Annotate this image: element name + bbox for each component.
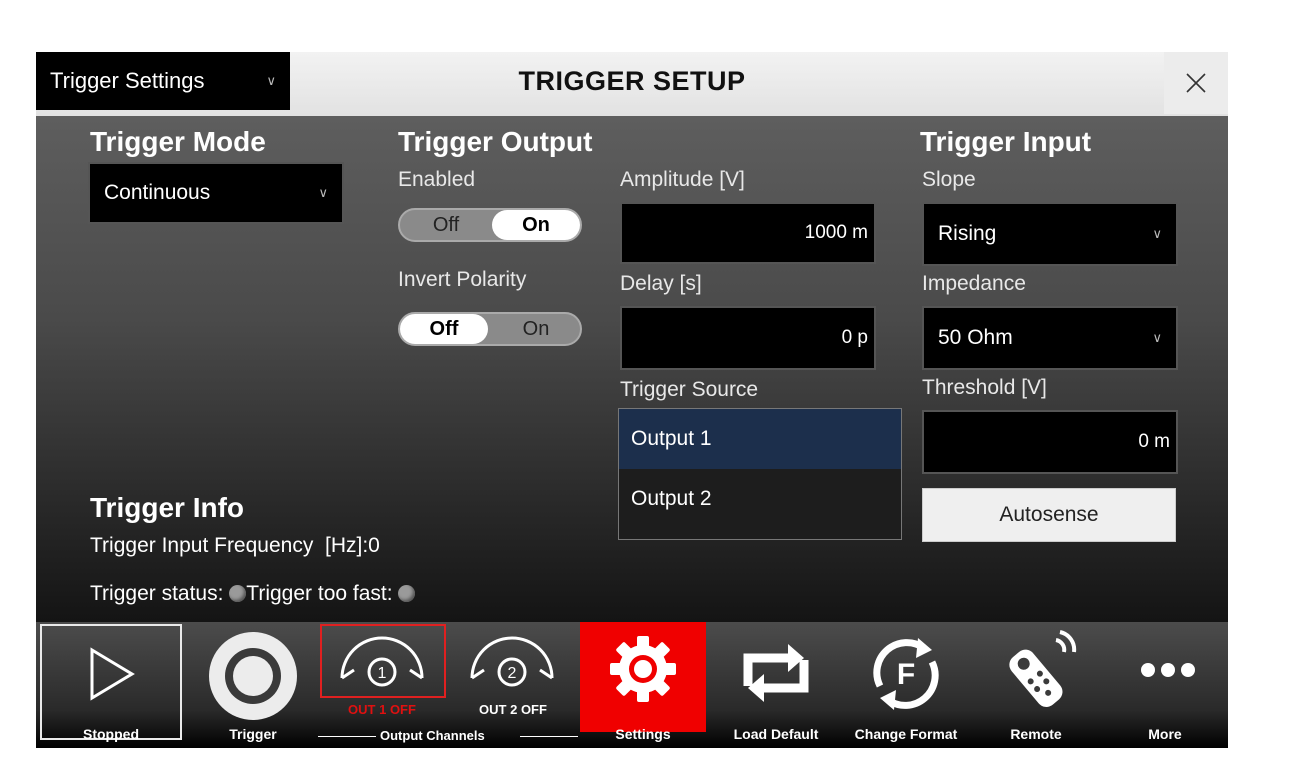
more-icon bbox=[1141, 663, 1195, 677]
trigger-status-label: Trigger status: bbox=[90, 582, 224, 605]
chevron-down-icon: ∨ bbox=[1152, 226, 1162, 241]
enabled-on-option[interactable]: On bbox=[492, 210, 580, 240]
load-default-label: Load Default bbox=[733, 726, 819, 742]
output-channels-divider-right bbox=[520, 736, 578, 737]
delay-label: Delay [s] bbox=[620, 272, 702, 295]
amplitude-input[interactable]: 1000 m bbox=[620, 202, 876, 264]
slope-select[interactable]: Rising ∨ bbox=[922, 202, 1178, 266]
trigger-output-heading: Trigger Output bbox=[398, 126, 593, 157]
svg-text:F: F bbox=[897, 658, 915, 691]
output-2-number: 2 bbox=[508, 665, 517, 682]
load-default-button[interactable]: Load Default bbox=[716, 622, 836, 748]
format-icon: F bbox=[873, 638, 939, 710]
enabled-toggle[interactable]: Off On bbox=[398, 208, 582, 242]
output-channel-2-icon: 2 bbox=[470, 636, 554, 687]
more-button[interactable]: More bbox=[1106, 622, 1224, 748]
trigger-source-list[interactable]: Output 1 Output 2 bbox=[618, 408, 902, 540]
enabled-label: Enabled bbox=[398, 168, 476, 191]
change-format-label: Change Format bbox=[854, 726, 958, 742]
out-1-status: OUT 1 OFF bbox=[348, 702, 416, 717]
settings-label: Settings bbox=[615, 726, 671, 742]
reload-icon bbox=[743, 644, 809, 702]
trigger-icon bbox=[209, 632, 297, 720]
trigger-label: Trigger bbox=[229, 726, 277, 742]
trigger-source-label: Trigger Source bbox=[620, 378, 759, 401]
more-label: More bbox=[1148, 726, 1182, 742]
title-bar: Trigger Settings ∨ TRIGGER SETUP bbox=[36, 52, 1228, 116]
impedance-select[interactable]: 50 Ohm ∨ bbox=[922, 306, 1178, 370]
out-2-status: OUT 2 OFF bbox=[479, 702, 547, 717]
invert-off-option[interactable]: Off bbox=[400, 314, 488, 344]
settings-panel: Trigger Mode Continuous ∨ Trigger Output… bbox=[36, 116, 1228, 622]
trigger-setup-window: Trigger Settings ∨ TRIGGER SETUP Trigger… bbox=[36, 52, 1228, 748]
output-channels-divider-left bbox=[318, 736, 376, 737]
gear-icon bbox=[610, 636, 676, 702]
chevron-down-icon: ∨ bbox=[318, 185, 328, 200]
impedance-label: Impedance bbox=[922, 272, 1026, 295]
amplitude-label: Amplitude [V] bbox=[620, 168, 745, 191]
close-button[interactable] bbox=[1164, 52, 1228, 114]
trigger-info-heading: Trigger Info bbox=[90, 492, 244, 523]
threshold-label: Threshold [V] bbox=[922, 376, 1047, 399]
trigger-mode-value: Continuous bbox=[104, 181, 211, 204]
remote-icon bbox=[1009, 630, 1077, 707]
close-icon bbox=[1186, 73, 1206, 93]
trigger-input-frequency: Trigger Input Frequency [Hz]:0 bbox=[90, 534, 380, 557]
autosense-button[interactable]: Autosense bbox=[922, 488, 1176, 542]
slope-value: Rising bbox=[938, 222, 997, 245]
trigger-input-heading: Trigger Input bbox=[920, 126, 1092, 157]
list-item[interactable]: Output 2 bbox=[619, 469, 901, 529]
trigger-too-fast-label: Trigger too fast: bbox=[246, 582, 393, 605]
output-channels-label: Output Channels bbox=[380, 728, 485, 743]
bottom-toolbar: Stopped Trigger 1 OUT 1 OFF 2 OUT 2 OFF … bbox=[36, 622, 1228, 748]
stopped-button[interactable]: Stopped bbox=[36, 622, 186, 748]
enabled-off-option[interactable]: Off bbox=[402, 210, 490, 240]
remote-button[interactable]: Remote bbox=[976, 622, 1096, 748]
list-item[interactable]: Output 1 bbox=[619, 409, 901, 469]
remote-label: Remote bbox=[1010, 726, 1062, 742]
slope-label: Slope bbox=[922, 168, 976, 191]
chevron-down-icon: ∨ bbox=[1152, 330, 1162, 345]
invert-polarity-label: Invert Polarity bbox=[398, 268, 527, 291]
trigger-too-fast-indicator bbox=[398, 585, 416, 602]
stopped-label: Stopped bbox=[83, 726, 139, 742]
trigger-mode-heading: Trigger Mode bbox=[90, 126, 266, 157]
play-icon bbox=[90, 647, 135, 701]
invert-on-option[interactable]: On bbox=[492, 314, 580, 344]
window-title: TRIGGER SETUP bbox=[518, 66, 746, 96]
trigger-button[interactable]: Trigger bbox=[188, 622, 318, 748]
change-format-button[interactable]: F Change Format bbox=[838, 622, 974, 748]
invert-polarity-toggle[interactable]: Off On bbox=[398, 312, 582, 346]
trigger-status-row: Trigger status: Trigger too fast: bbox=[90, 582, 416, 606]
trigger-status-indicator bbox=[229, 585, 247, 602]
trigger-mode-select[interactable]: Continuous ∨ bbox=[88, 162, 344, 224]
impedance-value: 50 Ohm bbox=[938, 326, 1013, 349]
output-channel-1-icon: 1 bbox=[340, 636, 424, 687]
settings-button[interactable]: Settings bbox=[580, 622, 706, 748]
threshold-input[interactable]: 0 m bbox=[922, 410, 1178, 474]
delay-input[interactable]: 0 p bbox=[620, 306, 876, 370]
output-1-number: 1 bbox=[378, 665, 387, 682]
